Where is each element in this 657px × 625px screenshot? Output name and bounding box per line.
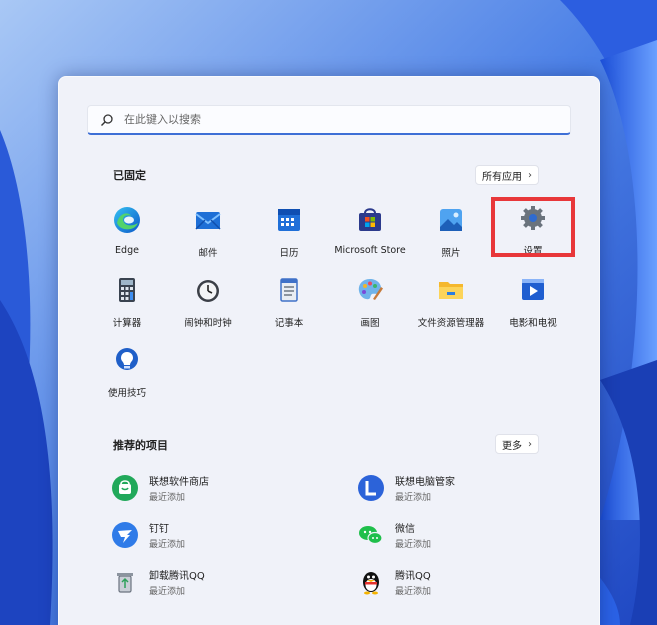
app-edge[interactable]: Edge: [85, 205, 169, 269]
app-alarms-clock[interactable]: 闹钟和时钟: [166, 275, 250, 339]
app-label: 记事本: [274, 318, 304, 329]
chevron-right-icon: ›: [528, 169, 532, 181]
recommended-item-sub: 最近添加: [149, 587, 186, 597]
app-mail[interactable]: 邮件: [166, 205, 250, 269]
paint-palette-icon: [358, 279, 383, 300]
pinned-title: 已固定: [113, 169, 146, 182]
calendar-icon: [278, 209, 300, 231]
recycle-bin-icon: [117, 573, 133, 593]
recommended-item[interactable]: 钉钉 最近添加: [111, 519, 341, 551]
recommended-item[interactable]: 腾讯QQ 最近添加: [357, 566, 587, 598]
recommended-item-sub: 最近添加: [395, 493, 432, 503]
app-label: 画图: [360, 318, 380, 329]
recommended-item[interactable]: 联想软件商店 最近添加: [111, 472, 341, 504]
lenovo-app-store-icon: [112, 475, 138, 501]
app-label: 日历: [279, 248, 299, 259]
app-file-explorer[interactable]: 文件资源管理器: [409, 275, 493, 339]
app-label: 照片: [441, 248, 461, 259]
app-label: 文件资源管理器: [417, 318, 485, 329]
app-label: 计算器: [112, 318, 142, 329]
recommended-item-name: 钉钉: [149, 524, 169, 535]
app-label: 邮件: [198, 248, 218, 259]
app-label: 使用技巧: [107, 388, 146, 399]
recommended-item[interactable]: 卸载腾讯QQ 最近添加: [111, 566, 341, 598]
all-apps-label: 所有应用: [482, 171, 522, 183]
desktop: 已固定 所有应用 › Edge 邮件: [0, 0, 657, 625]
folder-icon: [439, 282, 463, 299]
recommended-item-name: 微信: [395, 524, 415, 535]
app-movies-tv[interactable]: 电影和电视: [491, 275, 575, 339]
dingtalk-icon: [112, 522, 138, 548]
app-microsoft-store[interactable]: Microsoft Store: [328, 205, 412, 269]
recommended-item-sub: 最近添加: [149, 493, 186, 503]
search-input[interactable]: [122, 112, 546, 127]
app-label: Edge: [115, 245, 139, 256]
tips-lightbulb-icon: [116, 348, 138, 370]
store-icon: [359, 208, 381, 231]
recommended-item-sub: 最近添加: [149, 540, 186, 550]
calculator-icon: [119, 278, 135, 302]
all-apps-button[interactable]: 所有应用 ›: [475, 165, 539, 185]
app-tips[interactable]: 使用技巧: [85, 345, 169, 409]
search-box[interactable]: [87, 105, 571, 135]
app-label: Microsoft Store: [334, 245, 406, 256]
photos-icon: [440, 209, 462, 231]
app-notepad[interactable]: 记事本: [247, 275, 331, 339]
recommended-item-name: 腾讯QQ: [395, 571, 431, 582]
start-menu: 已固定 所有应用 › Edge 邮件: [58, 76, 600, 625]
app-photos[interactable]: 照片: [409, 205, 493, 269]
mail-icon: [195, 212, 221, 230]
more-label: 更多: [502, 440, 522, 452]
recommended-item-name: 联想软件商店: [149, 477, 209, 488]
wechat-icon: [359, 526, 383, 545]
app-calculator[interactable]: 计算器: [85, 275, 169, 339]
highlight-box: [491, 197, 575, 257]
recommended-item[interactable]: 联想电脑管家 最近添加: [357, 472, 587, 504]
app-paint[interactable]: 画图: [328, 275, 412, 339]
app-label: 电影和电视: [509, 318, 557, 329]
edge-icon: [114, 207, 140, 233]
recommended-title: 推荐的项目: [113, 439, 168, 452]
recommended-item-name: 卸载腾讯QQ: [149, 571, 205, 582]
app-label: 闹钟和时钟: [184, 318, 232, 329]
notepad-icon: [280, 278, 298, 302]
lenovo-pc-manager-icon: [358, 475, 384, 501]
more-button[interactable]: 更多 ›: [495, 434, 539, 454]
recommended-item[interactable]: 微信 最近添加: [357, 519, 587, 551]
recommended-item-name: 联想电脑管家: [395, 477, 455, 488]
recommended-item-sub: 最近添加: [395, 587, 432, 597]
qq-penguin-icon: [363, 572, 379, 595]
clock-icon: [197, 280, 219, 302]
app-calendar[interactable]: 日历: [247, 205, 331, 269]
chevron-right-icon: ›: [528, 438, 532, 450]
search-icon: [101, 113, 113, 126]
movies-tv-icon: [522, 279, 544, 300]
recommended-item-sub: 最近添加: [395, 540, 432, 550]
